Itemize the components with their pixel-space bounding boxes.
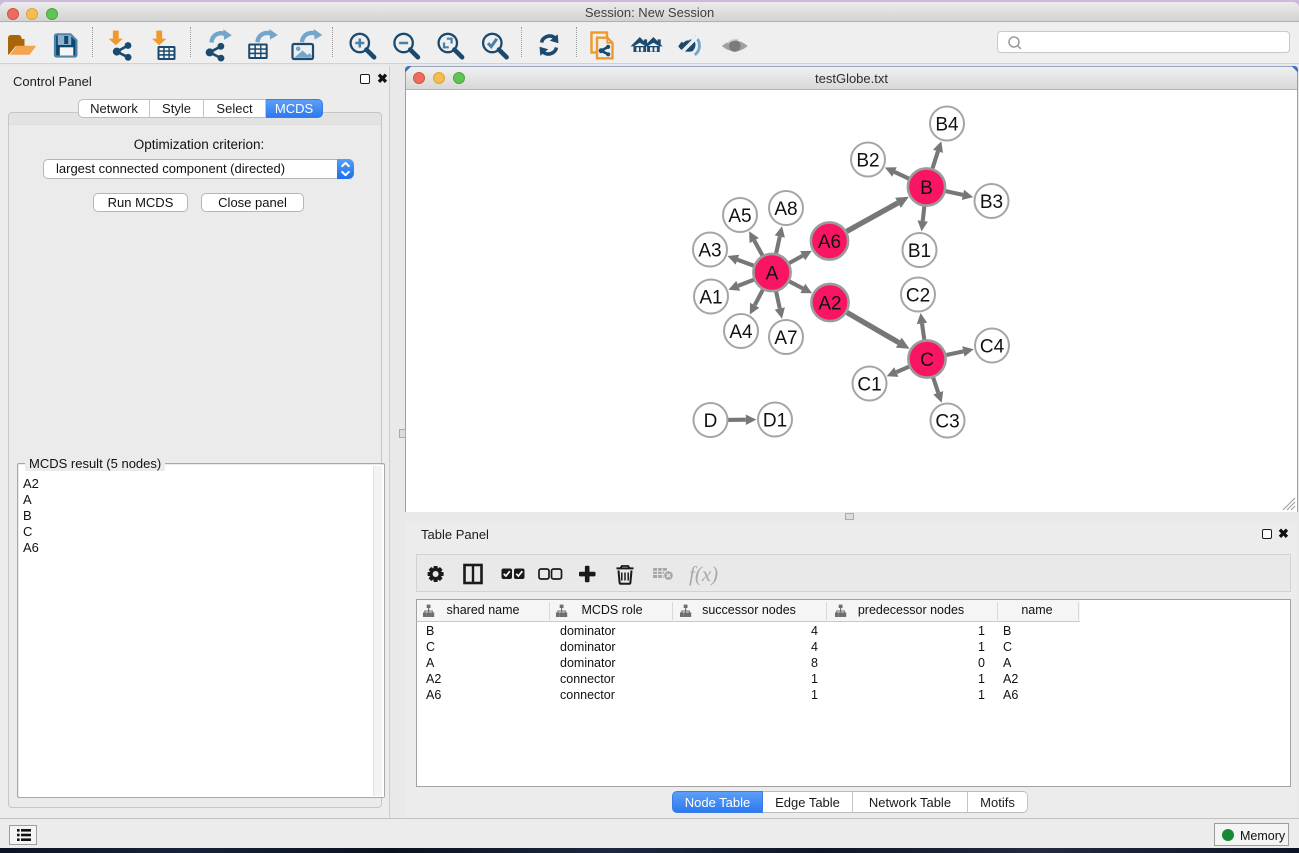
- svg-text:A: A: [766, 263, 779, 284]
- svg-text:A1: A1: [699, 287, 722, 308]
- svg-text:A7: A7: [774, 328, 797, 349]
- svg-text:f(x): f(x): [689, 562, 718, 586]
- svg-text:A4: A4: [729, 322, 753, 343]
- svg-text:C3: C3: [935, 411, 959, 432]
- svg-text:C4: C4: [980, 336, 1005, 357]
- svg-text:C2: C2: [906, 285, 930, 306]
- svg-text:A3: A3: [698, 240, 721, 261]
- svg-text:B3: B3: [980, 192, 1003, 213]
- svg-text:A8: A8: [774, 199, 797, 220]
- svg-text:D: D: [704, 411, 718, 432]
- svg-text:C: C: [920, 350, 934, 371]
- svg-text:B2: B2: [856, 150, 879, 171]
- svg-text:B: B: [920, 178, 933, 199]
- svg-text:B4: B4: [935, 114, 959, 135]
- svg-text:A2: A2: [818, 293, 841, 314]
- svg-text:B1: B1: [908, 241, 931, 262]
- svg-text:D1: D1: [763, 410, 787, 431]
- svg-text:C1: C1: [857, 374, 881, 395]
- svg-text:A5: A5: [728, 206, 751, 227]
- svg-text:A6: A6: [818, 232, 841, 253]
